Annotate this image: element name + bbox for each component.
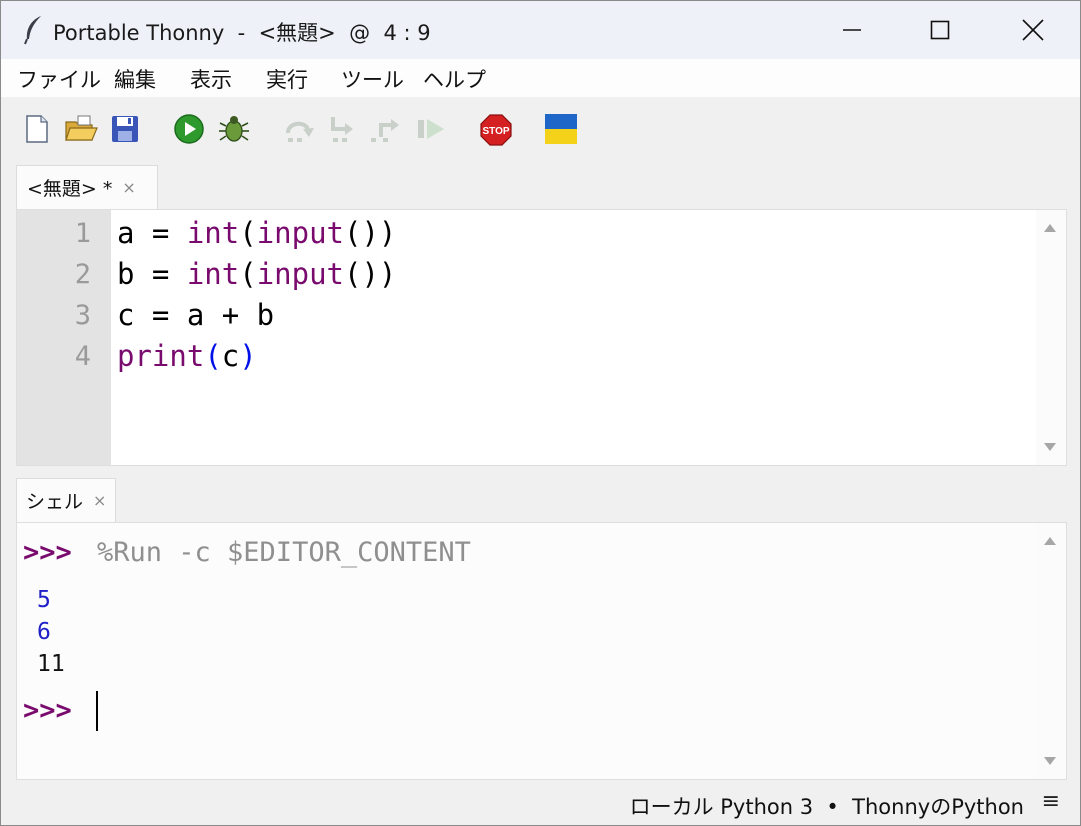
menu-edit[interactable]: 編集 bbox=[114, 64, 156, 94]
minimize-icon bbox=[843, 29, 861, 31]
text-cursor bbox=[96, 691, 98, 731]
shell-prompt: >>> bbox=[23, 537, 72, 568]
thonny-window: Portable Thonny - <無題> @ 4 : 9 ファイル 編集 表… bbox=[0, 0, 1081, 826]
minimize-button[interactable] bbox=[806, 1, 898, 59]
code-line: print(c) bbox=[117, 339, 257, 373]
feather-icon bbox=[21, 15, 45, 45]
close-button[interactable] bbox=[987, 1, 1079, 59]
close-tab-icon[interactable]: × bbox=[93, 491, 106, 510]
step-over-icon[interactable] bbox=[283, 113, 315, 145]
step-out-icon[interactable] bbox=[371, 113, 403, 145]
scroll-down-icon[interactable] bbox=[1044, 443, 1056, 451]
code-line: a = int(input()) bbox=[117, 216, 397, 250]
shell-output-line: 11 bbox=[37, 651, 65, 677]
scroll-down-icon[interactable] bbox=[1044, 757, 1056, 765]
menu-run[interactable]: 実行 bbox=[266, 64, 308, 94]
hamburger-menu-icon[interactable]: ≡ bbox=[1042, 789, 1060, 814]
maximize-button[interactable] bbox=[894, 1, 986, 59]
svg-text:STOP: STOP bbox=[482, 126, 509, 137]
run-icon[interactable] bbox=[173, 113, 205, 145]
editor-scrollbar[interactable] bbox=[1036, 210, 1066, 465]
stop-icon[interactable]: STOP bbox=[479, 113, 512, 146]
resume-icon[interactable] bbox=[415, 113, 447, 145]
tab-shell[interactable]: シェル × bbox=[16, 478, 116, 522]
code-line: c = a + b bbox=[117, 298, 275, 332]
step-into-icon[interactable] bbox=[327, 113, 359, 145]
new-file-icon[interactable] bbox=[21, 113, 53, 145]
window-title: Portable Thonny - <無題> @ 4 : 9 bbox=[53, 21, 431, 45]
menu-help[interactable]: ヘルプ bbox=[423, 64, 486, 94]
code-editor[interactable]: 1 2 3 4 a = int(input()) b = int(input()… bbox=[16, 209, 1067, 466]
menu-file[interactable]: ファイル bbox=[17, 64, 101, 94]
line-number: 2 bbox=[74, 259, 91, 290]
status-bar: ローカル Python 3 • ThonnyのPython ≡ bbox=[1, 785, 1080, 825]
toolbar: STOP bbox=[1, 97, 1080, 161]
shell-tab-label: シェル bbox=[26, 491, 84, 513]
shell-command: %Run -c $EDITOR_CONTENT bbox=[97, 537, 471, 568]
menu-bar: ファイル 編集 表示 実行 ツール ヘルプ bbox=[1, 59, 1080, 97]
shell-output-line: 5 bbox=[37, 587, 51, 613]
line-number: 3 bbox=[74, 300, 91, 331]
title-bar: Portable Thonny - <無題> @ 4 : 9 bbox=[1, 1, 1080, 59]
editor-tab-label: <無題> * bbox=[27, 178, 113, 200]
close-icon bbox=[1022, 19, 1044, 41]
menu-tools[interactable]: ツール bbox=[341, 64, 404, 94]
shell-prompt: >>> bbox=[23, 695, 72, 726]
open-file-icon[interactable] bbox=[64, 113, 98, 145]
line-number: 1 bbox=[74, 218, 91, 249]
maximize-icon bbox=[930, 20, 950, 40]
menu-view[interactable]: 表示 bbox=[190, 64, 232, 94]
line-number-gutter: 1 2 3 4 bbox=[17, 210, 111, 465]
ukraine-flag-icon[interactable] bbox=[544, 113, 577, 145]
tab-untitled-editor[interactable]: <無題> * × bbox=[16, 165, 158, 209]
close-tab-icon[interactable]: × bbox=[122, 178, 135, 197]
save-icon[interactable] bbox=[109, 113, 141, 145]
interpreter-status[interactable]: ローカル Python 3 • ThonnyのPython bbox=[630, 791, 1024, 821]
shell-output-line: 6 bbox=[37, 619, 51, 645]
shell-console[interactable]: >>> %Run -c $EDITOR_CONTENT 5 6 11 >>> bbox=[16, 522, 1067, 780]
shell-scrollbar[interactable] bbox=[1036, 523, 1066, 779]
scroll-up-icon[interactable] bbox=[1044, 537, 1056, 545]
scroll-up-icon[interactable] bbox=[1044, 224, 1056, 232]
line-number: 4 bbox=[74, 341, 91, 372]
code-line: b = int(input()) bbox=[117, 257, 397, 291]
debug-icon[interactable] bbox=[217, 113, 249, 145]
